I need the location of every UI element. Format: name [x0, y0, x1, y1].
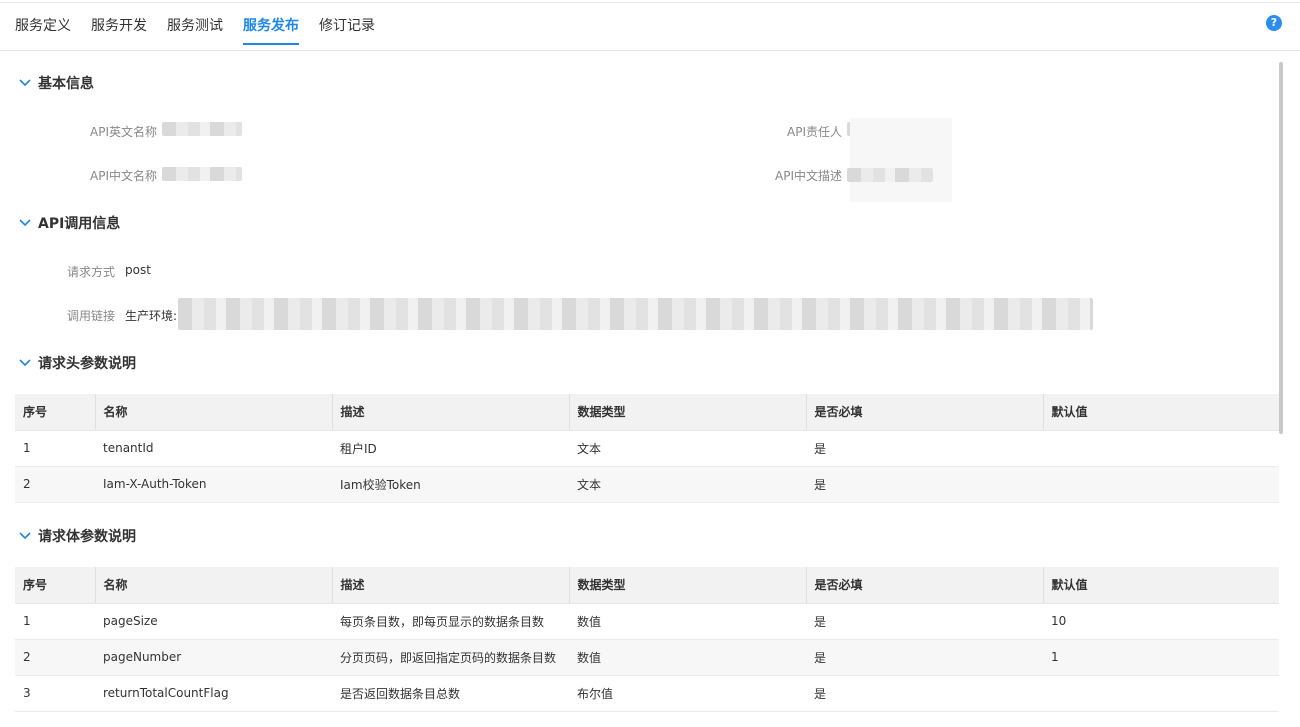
cell-required: 是: [806, 675, 1043, 712]
col-header-default: 默认值: [1042, 394, 1279, 431]
col-header-description: 描述: [331, 394, 569, 431]
cell-index: 1: [15, 430, 95, 467]
request-method-value: post: [125, 263, 151, 277]
cell-default: [1043, 466, 1279, 503]
cell-description: 每页条目数，即每页显示的数据条目数: [332, 603, 569, 640]
col-header-data-type: 数据类型: [568, 394, 806, 431]
section-header-params[interactable]: 请求头参数说明: [18, 353, 136, 373]
col-header-description: 描述: [331, 567, 569, 604]
call-link-value-redacted: [178, 298, 1093, 330]
active-tab-indicator: [243, 43, 299, 45]
api-cn-desc-value-redacted: [847, 168, 933, 182]
cell-description: 分页页码，即返回指定页码的数据条目数: [332, 639, 569, 676]
section-api-call-info[interactable]: API调用信息: [18, 213, 120, 233]
cell-name: Iam-X-Auth-Token: [95, 466, 332, 503]
section-basic-info[interactable]: 基本信息: [18, 73, 94, 93]
tab-service-definition[interactable]: 服务定义: [15, 15, 71, 35]
col-header-required: 是否必填: [805, 394, 1043, 431]
redaction-shade: [850, 118, 952, 202]
tab-revision-history[interactable]: 修订记录: [319, 15, 375, 35]
col-header-index: 序号: [15, 394, 95, 431]
section-title-api-call-info: API调用信息: [38, 216, 121, 232]
cell-description: 是否返回数据条目总数: [332, 675, 569, 712]
cell-default: 1: [1043, 639, 1279, 676]
col-header-required: 是否必填: [805, 567, 1043, 604]
cell-data-type: 文本: [569, 430, 806, 467]
table-row: 2 pageNumber 分页页码，即返回指定页码的数据条目数 数值 是 1: [15, 639, 1279, 676]
tab-service-development[interactable]: 服务开发: [91, 15, 147, 35]
chevron-down-icon: [19, 219, 31, 227]
cell-data-type: 数值: [569, 639, 806, 676]
tab-bar: 服务定义 服务开发 服务测试 服务发布 修订记录 ?: [0, 3, 1300, 51]
call-link-label: 调用链接: [66, 309, 115, 323]
cell-required: 是: [806, 466, 1043, 503]
col-header-index: 序号: [15, 567, 95, 604]
section-title-header-params: 请求头参数说明: [38, 356, 136, 372]
cell-description: 租户ID: [332, 430, 569, 467]
api-en-name-label: API英文名称: [90, 125, 157, 139]
col-header-name: 名称: [94, 567, 332, 604]
api-cn-name-label: API中文名称: [90, 169, 157, 183]
api-owner-label: API责任人: [787, 125, 842, 139]
cell-required: 是: [806, 430, 1043, 467]
header-params-table: 序号 名称 描述 数据类型 是否必填 默认值 1 tenantId 租户ID 文…: [15, 394, 1279, 503]
request-method-label: 请求方式: [66, 265, 115, 279]
body-params-table: 序号 名称 描述 数据类型 是否必填 默认值 1 pageSize 每页条目数，…: [15, 567, 1279, 712]
chevron-down-icon: [19, 532, 31, 540]
table-row: 2 Iam-X-Auth-Token Iam校验Token 文本 是: [15, 466, 1279, 503]
cell-data-type: 布尔值: [569, 675, 806, 712]
table-header-row: 序号 名称 描述 数据类型 是否必填 默认值: [15, 394, 1279, 431]
chevron-down-icon: [19, 359, 31, 367]
col-header-data-type: 数据类型: [568, 567, 806, 604]
table-row: 1 pageSize 每页条目数，即每页显示的数据条目数 数值 是 10: [15, 603, 1279, 640]
cell-name: returnTotalCountFlag: [95, 675, 332, 712]
cell-name: pageNumber: [95, 639, 332, 676]
cell-default: [1043, 430, 1279, 467]
cell-required: 是: [806, 639, 1043, 676]
vertical-scrollbar[interactable]: [1279, 62, 1283, 434]
table-row: 1 tenantId 租户ID 文本 是: [15, 430, 1279, 467]
section-body-params[interactable]: 请求体参数说明: [18, 526, 136, 546]
cell-data-type: 文本: [569, 466, 806, 503]
tab-service-publish[interactable]: 服务发布: [243, 15, 299, 35]
col-header-default: 默认值: [1042, 567, 1279, 604]
api-en-name-value-redacted: [162, 122, 242, 136]
call-link-prefix: 生产环境:: [125, 309, 178, 323]
cell-index: 2: [15, 466, 95, 503]
cell-index: 1: [15, 603, 95, 640]
table-header-row: 序号 名称 描述 数据类型 是否必填 默认值: [15, 567, 1279, 604]
table-row: 3 returnTotalCountFlag 是否返回数据条目总数 布尔值 是: [15, 675, 1279, 712]
question-circle-icon[interactable]: ?: [1266, 15, 1282, 31]
cell-name: pageSize: [95, 603, 332, 640]
section-title-body-params: 请求体参数说明: [38, 529, 136, 545]
cell-data-type: 数值: [569, 603, 806, 640]
cell-index: 3: [15, 675, 95, 712]
cell-description: Iam校验Token: [332, 466, 569, 503]
api-cn-name-value-redacted: [162, 167, 242, 181]
cell-required: 是: [806, 603, 1043, 640]
chevron-down-icon: [19, 79, 31, 87]
cell-name: tenantId: [95, 430, 332, 467]
cell-default: 10: [1043, 603, 1279, 640]
tab-service-test[interactable]: 服务测试: [167, 15, 223, 35]
section-title-basic-info: 基本信息: [38, 76, 94, 92]
col-header-name: 名称: [94, 394, 332, 431]
cell-index: 2: [15, 639, 95, 676]
cell-default: [1043, 675, 1279, 712]
api-cn-desc-label: API中文描述: [775, 169, 842, 183]
